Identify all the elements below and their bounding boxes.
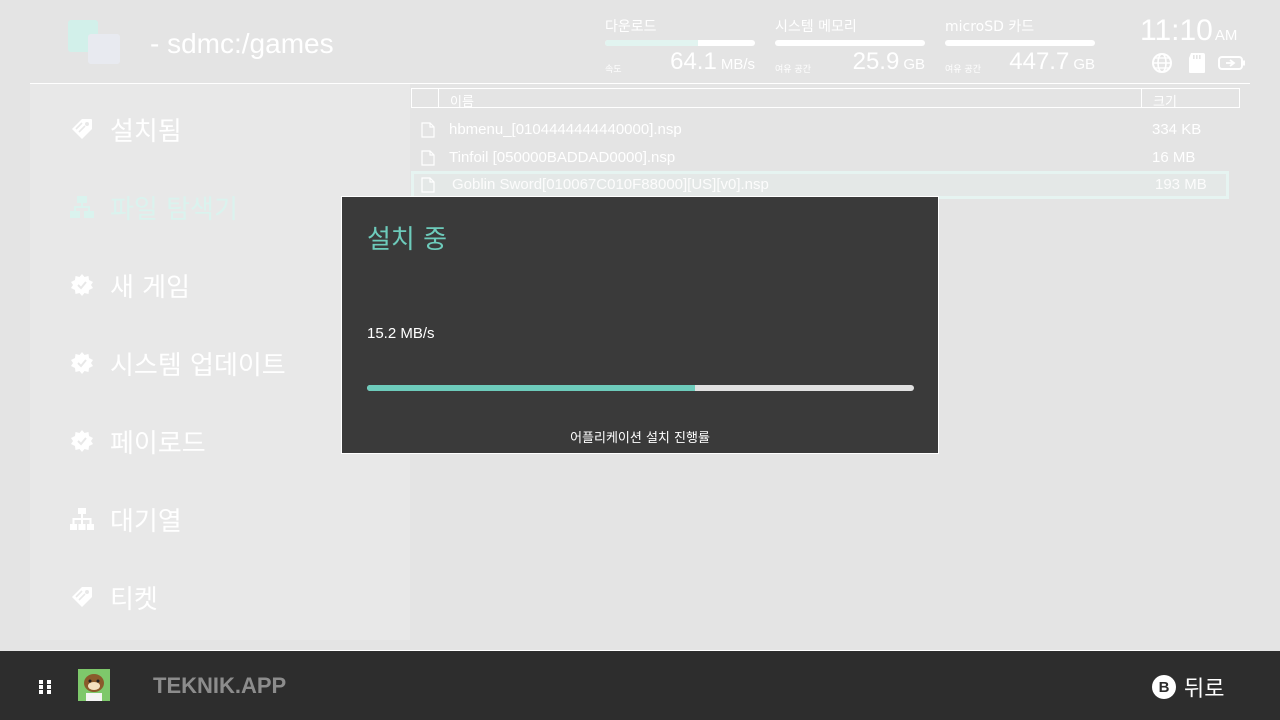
- file-size: 16 MB: [1152, 149, 1196, 166]
- download-unit: MB/s: [720, 56, 755, 73]
- download-value: 64.1: [670, 48, 717, 75]
- badge-icon: [68, 271, 96, 299]
- table-row[interactable]: Tinfoil [050000BADDAD0000].nsp 16 MB: [411, 144, 1229, 172]
- memory-value: 25.9: [852, 48, 900, 75]
- sd-label: microSD 카드: [945, 19, 1035, 35]
- table-row-selected[interactable]: Goblin Sword[010067C010F88000][US][v0].n…: [411, 171, 1229, 199]
- sd-value: 447.7: [1009, 48, 1070, 75]
- sidebar-item-label: 새 게임: [110, 272, 191, 303]
- bottom-bar: TEKNIK.APP B 뒤로: [0, 651, 1280, 720]
- download-bar-fill: [605, 40, 698, 46]
- sd-bar: [945, 40, 1095, 46]
- file-icon: [421, 122, 435, 138]
- sidebar-item-new-games[interactable]: 새 게임: [68, 265, 190, 305]
- download-sublabel: 속도: [605, 65, 622, 75]
- dialog-title: 설치 중: [367, 225, 448, 255]
- file-size: 334 KB: [1152, 121, 1202, 138]
- file-size: 193 MB: [1155, 176, 1207, 193]
- sidebar-item-payload[interactable]: 페이로드: [68, 421, 206, 461]
- avatar[interactable]: [78, 669, 110, 701]
- table-row[interactable]: hbmenu_[0104444444440000].nsp 334 KB: [411, 116, 1229, 144]
- sidebar-item-label: 파일 탐색기: [110, 194, 238, 225]
- sidebar-item-installed[interactable]: 설치됨: [68, 109, 182, 149]
- b-button-icon: B: [1152, 675, 1176, 699]
- install-dialog: 설치 중 15.2 MB/s 어플리케이션 설치 진행률: [341, 196, 939, 454]
- sidebar-item-label: 대기열: [110, 506, 182, 537]
- badge-icon: [68, 427, 96, 455]
- install-speed: 15.2 MB/s: [367, 325, 435, 342]
- sitemap-icon: [68, 505, 96, 533]
- sidebar-item-label: 시스템 업데이트: [110, 350, 286, 381]
- memory-bar: [775, 40, 925, 46]
- top-bar: - sdmc:/games 다운로드 속도 64.1 MB/s 시스템 메모리 여…: [0, 0, 1280, 84]
- sidebar-item-label: 티켓: [110, 584, 158, 615]
- column-divider: [1141, 89, 1142, 107]
- sidebar-item-queue[interactable]: 대기열: [68, 499, 182, 539]
- sd-sublabel: 여유 공간: [945, 65, 981, 75]
- sidebar-item-label: 설치됨: [110, 116, 182, 147]
- download-label: 다운로드: [605, 19, 657, 35]
- memory-unit: GB: [903, 56, 925, 73]
- install-progress-bar: [367, 385, 914, 391]
- header-icon-column: [412, 89, 439, 107]
- memory-stat: 시스템 메모리 여유 공간 25.9 GB: [775, 16, 925, 78]
- battery-icon: [1218, 56, 1245, 70]
- grid-dots-icon[interactable]: [39, 680, 53, 694]
- back-label: 뒤로: [1184, 677, 1225, 702]
- globe-icon: [1152, 53, 1172, 73]
- sidebar-item-file-explorer[interactable]: 파일 탐색기: [68, 187, 238, 227]
- file-icon: [421, 177, 435, 193]
- sidebar-item-system-update[interactable]: 시스템 업데이트: [68, 343, 286, 383]
- memory-sublabel: 여유 공간: [775, 65, 811, 75]
- file-name: hbmenu_[0104444444440000].nsp: [449, 121, 682, 138]
- table-header: 이름 크기: [411, 88, 1240, 110]
- clock: 11:10 AM: [1140, 14, 1237, 48]
- tag-icon: [68, 115, 96, 143]
- clock-time: 11:10: [1140, 14, 1213, 47]
- file-name: Goblin Sword[010067C010F88000][US][v0].n…: [452, 176, 769, 193]
- badge-icon: [68, 349, 96, 377]
- file-name: Tinfoil [050000BADDAD0000].nsp: [449, 149, 676, 166]
- folder-tree-icon: [68, 193, 96, 221]
- sd-unit: GB: [1073, 56, 1095, 73]
- memory-label: 시스템 메모리: [775, 19, 857, 35]
- app-logo: [68, 20, 122, 64]
- sd-stat: microSD 카드 여유 공간 447.7 GB: [945, 16, 1095, 78]
- current-path: - sdmc:/games: [150, 28, 334, 59]
- sidebar-item-label: 페이로드: [110, 428, 206, 459]
- download-bar: [605, 40, 755, 46]
- column-header-name[interactable]: 이름: [450, 91, 474, 110]
- download-stat: 다운로드 속도 64.1 MB/s: [605, 16, 755, 78]
- username: TEKNIK.APP: [153, 673, 287, 698]
- column-header-size[interactable]: 크기: [1153, 91, 1177, 110]
- install-progress-fill: [367, 385, 696, 391]
- file-table: 이름 크기 hbmenu_[0104444444440000].nsp 334 …: [411, 88, 1240, 199]
- back-button[interactable]: B 뒤로: [1152, 671, 1224, 703]
- progress-caption: 어플리케이션 설치 진행률: [570, 431, 710, 446]
- sd-card-icon: [1189, 53, 1205, 73]
- tag-icon: [68, 583, 96, 611]
- file-icon: [421, 150, 435, 166]
- sidebar-item-tickets[interactable]: 티켓: [68, 577, 158, 617]
- clock-ampm: AM: [1214, 27, 1238, 44]
